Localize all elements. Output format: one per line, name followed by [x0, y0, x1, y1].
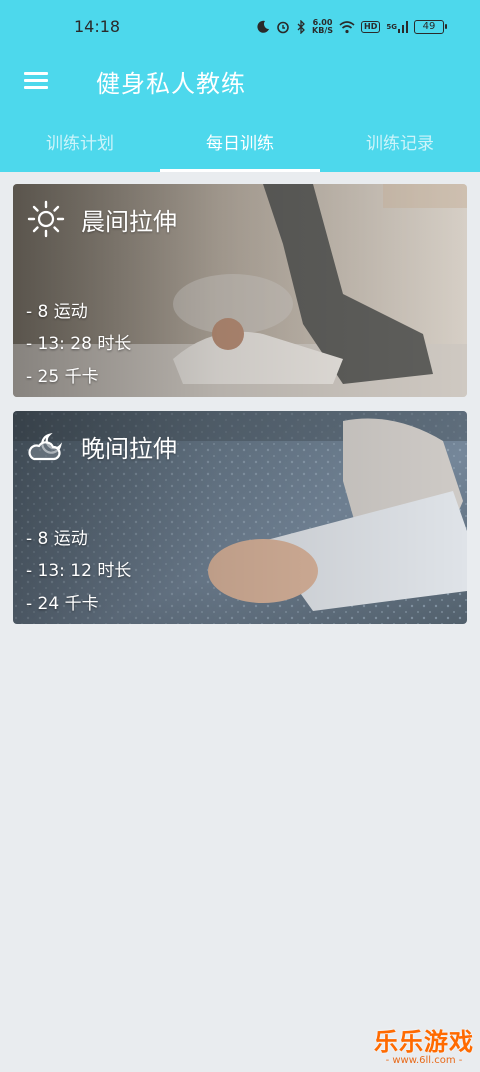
menu-icon-bar	[24, 86, 48, 89]
workout-card-evening[interactable]: 晚间拉伸 - 8 运动 - 13: 12 时长 - 24 千卡	[13, 411, 467, 624]
speed-unit: KB/S	[312, 26, 334, 35]
menu-icon	[24, 72, 48, 75]
signal-icon: 5G	[386, 21, 408, 33]
watermark-logo: 乐乐游戏	[374, 1028, 474, 1056]
card-title: 晚间拉伸	[81, 435, 177, 463]
status-icons: 6.00 KB/S HD 5G 49	[256, 17, 447, 37]
menu-button[interactable]	[22, 66, 52, 96]
tab-bar: 训练计划 每日训练 训练记录	[0, 122, 480, 172]
card-stat-exercises: - 8 运动	[26, 529, 88, 549]
bluetooth-icon	[296, 20, 306, 34]
toolbar: 健身私人教练	[0, 52, 480, 112]
status-bar: 14:18 6.00 KB/S HD 5G 49	[0, 0, 480, 52]
tab-training-plan[interactable]: 训练计划	[0, 122, 160, 172]
status-time: 14:18	[74, 17, 121, 36]
moon-icon	[256, 20, 270, 34]
menu-icon-bar	[24, 79, 48, 82]
sun-icon	[27, 200, 65, 238]
app-title: 健身私人教练	[96, 70, 246, 98]
hd-badge: HD	[361, 21, 381, 33]
battery-indicator: 49	[414, 20, 447, 34]
wifi-icon	[339, 20, 355, 34]
network-speed: 6.00 KB/S	[312, 19, 333, 35]
watermark-url: - www.6ll.com -	[385, 1055, 463, 1066]
card-stat-calories: - 24 千卡	[26, 594, 99, 614]
card-stat-calories: - 25 千卡	[26, 367, 99, 387]
watermark: 乐乐游戏 - www.6ll.com -	[374, 1022, 474, 1066]
card-title: 晨间拉伸	[81, 208, 177, 236]
tab-training-record[interactable]: 训练记录	[320, 122, 480, 172]
card-stat-duration: - 13: 28 时长	[26, 334, 132, 354]
alarm-icon	[276, 20, 290, 34]
workout-card-morning[interactable]: 晨间拉伸 - 8 运动 - 13: 28 时长 - 25 千卡	[13, 184, 467, 397]
moon-cloud-icon	[28, 432, 63, 461]
card-stat-exercises: - 8 运动	[26, 302, 88, 322]
signal-label: 5G	[386, 23, 397, 31]
app-header: 14:18 6.00 KB/S HD 5G 49 健身私人教练 训练计划 每日训…	[0, 0, 480, 172]
tab-daily-training[interactable]: 每日训练	[160, 122, 320, 172]
card-stat-duration: - 13: 12 时长	[26, 561, 132, 581]
